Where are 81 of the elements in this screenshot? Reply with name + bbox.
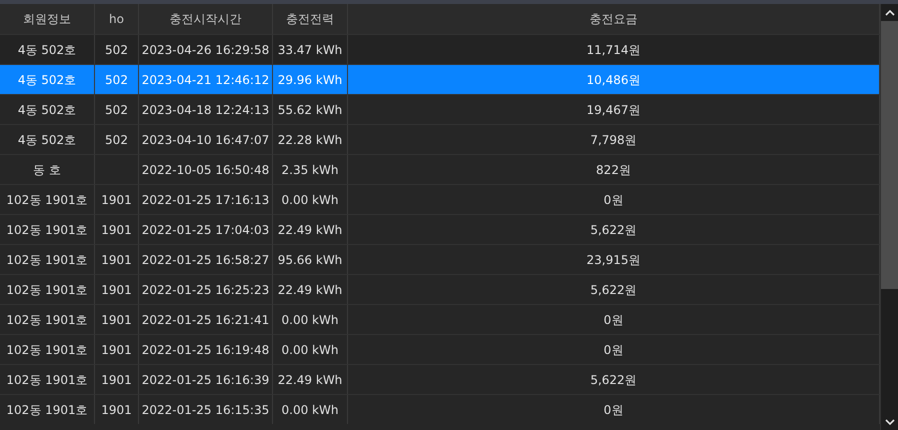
table-cell-text: 4동 502호 [18,72,76,88]
table-cell-text: 1901 [101,372,132,388]
table-cell-text: 0원 [604,402,624,418]
table-cell-text: 23,915원 [586,252,640,268]
table-cell-text: 2022-01-25 16:21:41 [142,312,270,328]
table-cell-text: 4동 502호 [18,42,76,58]
table-cell-text: 2.35 kWh [282,162,338,178]
table-cell-text: 0원 [604,312,624,328]
table-cell-text: 95.66 kWh [278,252,342,268]
scroll-down-icon[interactable] [884,418,894,426]
table-cell-text: 0.00 kWh [282,342,338,358]
table-row[interactable]: 4동 502호 502 2023-04-18 12:24:13 55.62 kWh 19,467원 [0,94,880,124]
table-row[interactable]: 102동 1901호 1901 2022-01-25 16:19:48 0.00 kWh 0원 [0,334,880,364]
table-cell-text: 10,486원 [586,72,640,88]
table-cell-text: 4동 502호 [18,102,76,118]
table-cell-text: 2022-01-25 17:16:13 [142,192,270,208]
table-cell-text: 102동 1901호 [6,402,88,418]
table-cell-text: 22.49 kWh [278,222,342,238]
table-cell-text: 502 [105,42,128,58]
table-row[interactable]: 102동 1901호 1901 2022-01-25 17:16:13 0.00 kWh 0원 [0,184,880,214]
table-cell-text: 2022-10-05 16:50:48 [142,162,270,178]
table-cell-text: 0.00 kWh [282,192,338,208]
table-cell-text: 5,622원 [590,222,637,238]
table-cell-text: 19,467원 [586,102,640,118]
table-cell-text: 2022-01-25 16:15:35 [142,402,270,418]
table-cell-text: 0원 [604,342,624,358]
table-cell-text: 102동 1901호 [6,342,88,358]
table-cell-text: 22.28 kWh [278,132,342,148]
table-row[interactable]: 4동 502호 502 2023-04-26 16:29:58 33.47 kWh 11,714원 [0,34,880,64]
table-cell-text: 11,714원 [586,42,640,58]
table-cell-text: 1901 [101,402,132,418]
scroll-up-icon[interactable] [884,9,894,17]
table-cell-text: 1901 [101,252,132,268]
table-cell-text: 0.00 kWh [282,312,338,328]
table-cell-text: 502 [105,72,128,88]
table-row[interactable]: 102동 1901호 1901 2022-01-25 16:16:39 22.49 kWh 5,622원 [0,364,880,394]
table-cell-text: 22.49 kWh [278,372,342,388]
table-row[interactable]: 동 호 2022-10-05 16:50:48 2.35 kWh 822원 [0,154,880,184]
table-cell-text: 1901 [101,222,132,238]
table-row[interactable]: 4동 502호 502 2023-04-10 16:47:07 22.28 kWh 7,798원 [0,124,880,154]
table-cell-text: 2022-01-25 17:04:03 [142,222,270,238]
table-row[interactable]: 102동 1901호 1901 2022-01-25 16:21:41 0.00 kWh 0원 [0,304,880,334]
table-cell-text: 4동 502호 [18,132,76,148]
table-row[interactable]: 102동 1901호 1901 2022-01-25 16:58:27 95.66 kWh 23,915원 [0,244,880,274]
table-cell-text: 102동 1901호 [6,282,88,298]
table-cell-text: 2023-04-21 12:46:12 [142,72,270,88]
table-cell-text: 2022-01-25 16:16:39 [142,372,270,388]
table-cell-text: 102동 1901호 [6,372,88,388]
table-cell-text: 2023-04-26 16:29:58 [142,42,270,58]
table-row[interactable]: 102동 1901호 1901 2022-01-25 17:04:03 22.49 kWh 5,622원 [0,214,880,244]
table-cell-text: 55.62 kWh [278,102,342,118]
table-cell-text: 22.49 kWh [278,282,342,298]
table-cell-text: 0.00 kWh [282,402,338,418]
table-cell-text: 102동 1901호 [6,192,88,208]
table-cell-text: 5,622원 [590,282,637,298]
table-cell-text: 502 [105,102,128,118]
table-cell-text: 2022-01-25 16:58:27 [142,252,270,268]
table-cell-text: 2023-04-10 16:47:07 [142,132,270,148]
scrollbar-thumb[interactable] [881,21,898,289]
table-cell-text: 2022-01-25 16:25:23 [142,282,270,298]
table-cell-text: 0원 [604,192,624,208]
table-cell-text: 7,798원 [590,132,637,148]
table-cell-text: 1901 [101,312,132,328]
table-cell-text: 1901 [101,192,132,208]
table-cell-text: 502 [105,132,128,148]
table-row[interactable]: 4동 502호 502 2023-04-21 12:46:12 29.96 kWh 10,486원 [0,64,880,94]
table-cell-text: 102동 1901호 [6,222,88,238]
table-cell-text: 5,622원 [590,372,637,388]
table-row[interactable]: 102동 1901호 1901 2022-01-25 16:15:35 0.00 kWh 0원 [0,394,880,424]
table-cell-text: 33.47 kWh [278,42,342,58]
table-cell-text: 102동 1901호 [6,252,88,268]
table-cell-text: 822원 [596,162,631,178]
table-cell-text: 2023-04-18 12:24:13 [142,102,270,118]
table-cell-text: 29.96 kWh [278,72,342,88]
table-row[interactable]: 102동 1901호 1901 2022-01-25 16:25:23 22.49 kWh 5,622원 [0,274,880,304]
table-cell-text: 2022-01-25 16:19:48 [142,342,270,358]
table-cell-text: 1901 [101,282,132,298]
table-cell-text: 동 호 [33,162,61,178]
table-cell-text: 1901 [101,342,132,358]
table-cell-text: 102동 1901호 [6,312,88,328]
scrollbar[interactable] [880,4,898,430]
